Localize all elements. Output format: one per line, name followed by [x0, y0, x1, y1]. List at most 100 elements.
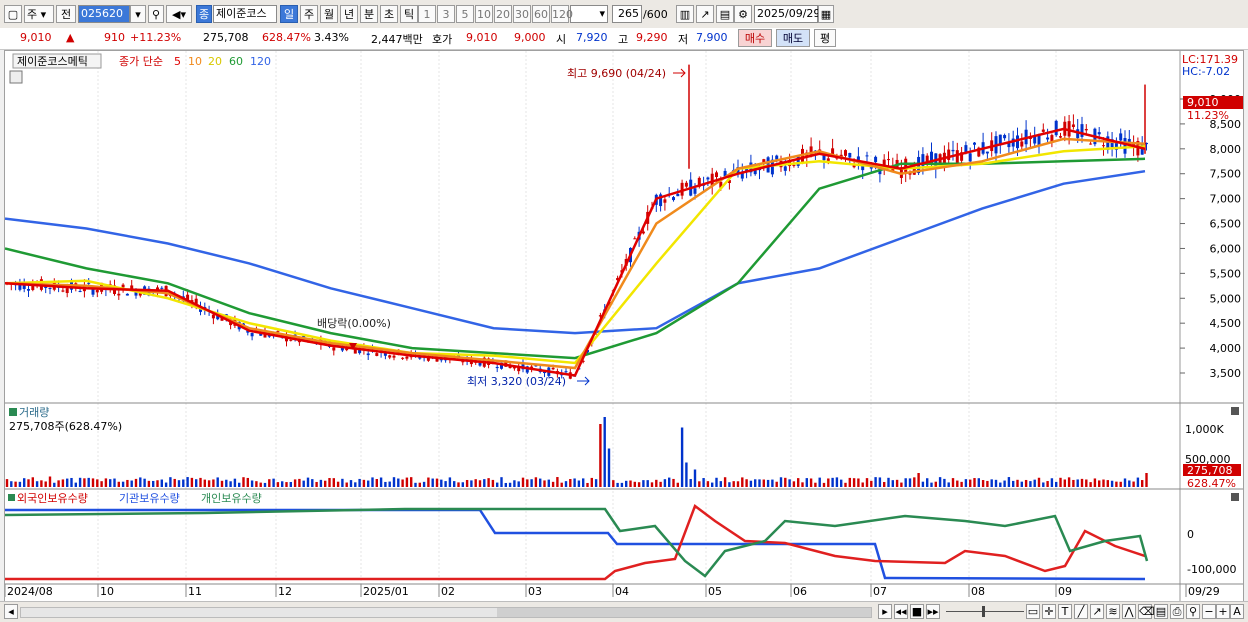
buy-button[interactable]: 매수: [738, 29, 772, 47]
interval-button-3[interactable]: 3: [437, 5, 455, 23]
zoom-slider-track[interactable]: [946, 611, 1024, 612]
zoom-out-icon[interactable]: −: [1202, 604, 1216, 619]
ray-icon[interactable]: ↗: [1090, 604, 1104, 619]
volume-bar: [852, 478, 856, 487]
price-change: 910: [104, 31, 125, 44]
volume-bar: [496, 482, 499, 487]
speaker-icon[interactable]: ◀▾: [166, 5, 192, 23]
zigzag-icon[interactable]: ⋀: [1122, 604, 1136, 619]
market-select[interactable]: 주 ▾: [24, 5, 54, 23]
scroll-left-icon[interactable]: ◂: [4, 604, 18, 619]
volume-bar: [1033, 479, 1036, 487]
count-input[interactable]: 265: [612, 5, 642, 23]
draw-tool-icon[interactable]: ↗: [696, 5, 714, 23]
volume-bar: [444, 481, 447, 487]
grid-toggle-icon[interactable]: [9, 70, 23, 84]
interval-button-10[interactable]: 10: [475, 5, 493, 23]
candle-body: [874, 156, 878, 163]
indicator-icon[interactable]: ▥: [676, 5, 694, 23]
volume-bar: [1123, 478, 1127, 487]
scrollbar-track[interactable]: [20, 607, 872, 618]
gear-icon[interactable]: ⚙: [734, 5, 752, 23]
interval-button-20[interactable]: 20: [494, 5, 512, 23]
interval-button-1[interactable]: 1: [418, 5, 436, 23]
volume-bar: [104, 478, 108, 487]
bid-label: 호가: [432, 33, 453, 46]
search-icon[interactable]: ⚲: [148, 5, 164, 23]
volume-value: 275,708: [203, 31, 249, 44]
volume-bar: [453, 481, 456, 487]
volume-bar: [625, 480, 628, 487]
chart-type-icon[interactable]: ▭: [1026, 604, 1040, 619]
candle-body: [1123, 138, 1127, 154]
fast-forward-icon[interactable]: ▸▸: [926, 604, 940, 619]
eraser-icon[interactable]: ⌫: [1138, 604, 1155, 619]
period-tab-6[interactable]: 틱: [400, 5, 418, 23]
window-icon[interactable]: ▢: [4, 5, 22, 23]
volume-bar: [844, 482, 847, 487]
ma-period-10: 10: [188, 55, 202, 68]
text-tool-icon[interactable]: T: [1058, 604, 1072, 619]
volume-bar: [637, 482, 641, 487]
interval-button-5[interactable]: 5: [456, 5, 474, 23]
volume-bar: [109, 479, 112, 487]
scroll-right-icon[interactable]: ▸: [878, 604, 892, 619]
eval-button[interactable]: 평: [814, 29, 836, 47]
price-change-pct: +11.23%: [130, 31, 182, 44]
stock-type-badge: 종: [196, 5, 212, 23]
volume-bar: [207, 480, 211, 487]
holdings-close-icon[interactable]: [1231, 493, 1239, 501]
zoom-in-icon[interactable]: +: [1216, 604, 1230, 619]
legend-institution: 기관보유수량: [119, 492, 180, 505]
calendar-icon[interactable]: ▦: [818, 5, 834, 23]
zoom-slider-thumb[interactable]: [982, 606, 985, 617]
volume-bar: [27, 479, 30, 487]
stop-icon[interactable]: ■: [910, 604, 924, 619]
print-icon[interactable]: ⎙: [1170, 604, 1184, 619]
scope-button[interactable]: 전: [56, 5, 76, 23]
save-image-icon[interactable]: ▤: [1154, 604, 1168, 619]
period-tab-3[interactable]: 년: [340, 5, 358, 23]
period-tab-1[interactable]: 주: [300, 5, 318, 23]
interval-button-30[interactable]: 30: [513, 5, 531, 23]
volume-bar: [908, 478, 912, 487]
candle-body: [392, 355, 396, 358]
volume-close-icon[interactable]: [1231, 407, 1239, 415]
candle-body: [87, 282, 91, 284]
date-input[interactable]: 2025/09/29: [754, 5, 820, 23]
volume-bar: [693, 469, 697, 487]
period-tab-2[interactable]: 월: [320, 5, 338, 23]
sell-button[interactable]: 매도: [776, 29, 810, 47]
candle-body: [925, 155, 929, 162]
interval-button-120[interactable]: 120: [551, 5, 573, 23]
volume-bar: [951, 478, 955, 487]
candle-body: [844, 150, 847, 156]
period-tab-0[interactable]: 일: [280, 5, 298, 23]
holdings-panel: 외국인보유수량 기관보유수량 개인보유수량 0 -100,000: [4, 488, 1243, 581]
save-icon[interactable]: ▤: [716, 5, 734, 23]
candle-body: [405, 356, 409, 359]
volume-bar: [384, 481, 387, 487]
code-dropdown-icon[interactable]: ▾: [130, 5, 146, 23]
stock-name-field[interactable]: 제이준코스: [213, 5, 277, 23]
fibonacci-icon[interactable]: ≋: [1106, 604, 1120, 619]
current-price-tag-text: 9,010: [1187, 96, 1219, 109]
magnifier-icon[interactable]: ⚲: [1186, 604, 1200, 619]
code-input[interactable]: 025620: [78, 5, 130, 23]
period-tab-5[interactable]: 초: [380, 5, 398, 23]
period-tab-4[interactable]: 분: [360, 5, 378, 23]
auto-scale-icon[interactable]: A: [1230, 604, 1244, 619]
volume-bar: [298, 478, 301, 487]
scrollbar-thumb[interactable]: [497, 608, 871, 617]
trendline-icon[interactable]: ╱: [1074, 604, 1088, 619]
interval-select[interactable]: ▾: [570, 5, 608, 23]
chart-svg[interactable]: 9,0008,5008,0007,5007,0006,5006,0005,500…: [4, 51, 1243, 601]
interval-button-60[interactable]: 60: [532, 5, 550, 23]
crosshair-icon[interactable]: ✛: [1042, 604, 1056, 619]
volume-bar: [672, 478, 675, 487]
chart-area[interactable]: 9,0008,5008,0007,5007,0006,5006,0005,500…: [4, 50, 1244, 602]
volume-bar: [371, 477, 374, 487]
volume-bar: [66, 478, 69, 487]
rewind-icon[interactable]: ◂◂: [894, 604, 908, 619]
volume-bar: [706, 481, 710, 487]
